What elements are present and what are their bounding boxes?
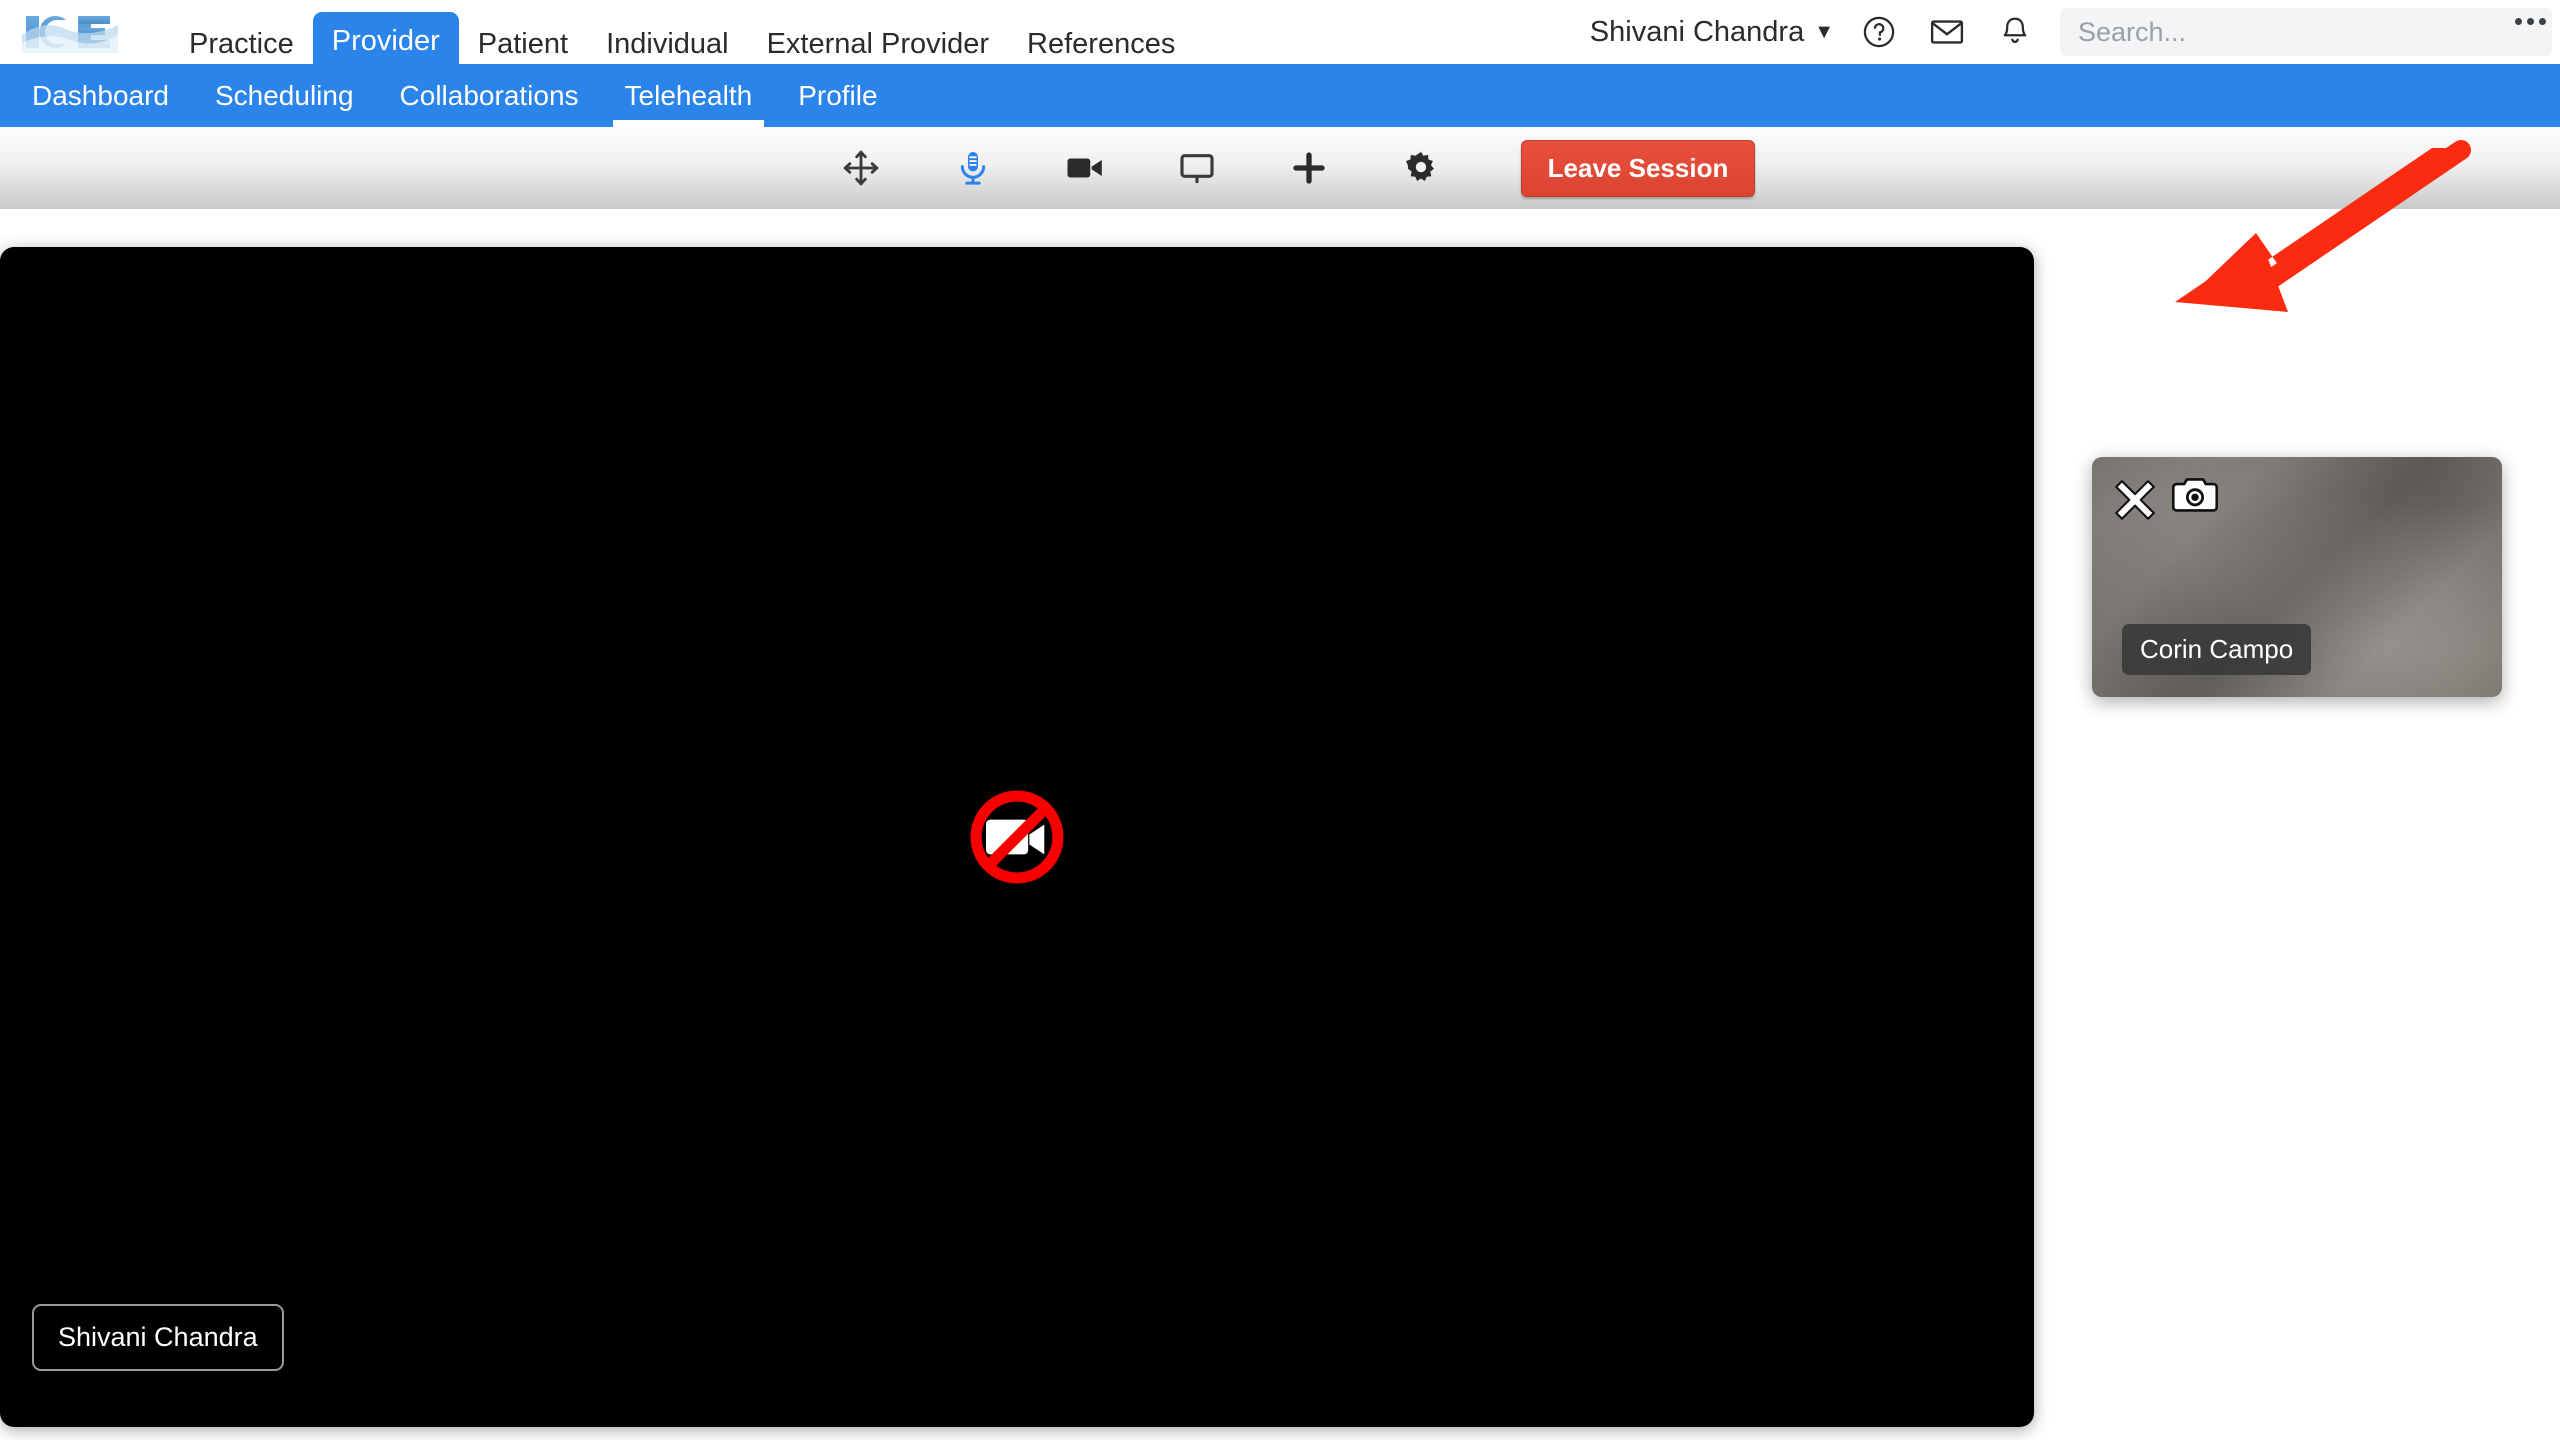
nav-item-individual[interactable]: Individual [587, 18, 748, 70]
telehealth-session-page: Practice Provider Patient Individual Ext… [0, 0, 2560, 1440]
kebab-menu-icon[interactable] [2515, 18, 2546, 25]
subnav-item-dashboard[interactable]: Dashboard [12, 64, 189, 127]
nav-item-references[interactable]: References [1008, 18, 1194, 70]
subnav-item-scheduling[interactable]: Scheduling [195, 64, 374, 127]
pip-action-buttons [2112, 475, 2219, 526]
camera-snapshot-icon[interactable] [2171, 475, 2219, 526]
video-off-icon [955, 775, 1079, 899]
pip-video-panel[interactable]: Corin Campo [2092, 457, 2502, 697]
nav-item-external-provider[interactable]: External Provider [748, 18, 1008, 70]
remote-participant-name-badge: Corin Campo [2122, 624, 2312, 675]
close-x-icon[interactable] [2112, 475, 2158, 526]
help-circle-icon[interactable] [1856, 9, 1902, 55]
secondary-navigation: Dashboard Scheduling Collaborations Tele… [0, 64, 2560, 127]
search-input[interactable] [2078, 16, 2534, 48]
chevron-down-icon: ▼ [1814, 21, 1834, 43]
nav-item-practice[interactable]: Practice [170, 18, 313, 70]
main-video-panel[interactable]: Shivani Chandra [0, 247, 2034, 1427]
ice-logo[interactable] [22, 9, 118, 55]
nav-item-patient[interactable]: Patient [459, 18, 587, 70]
local-participant-name-badge: Shivani Chandra [32, 1304, 284, 1371]
subnav-item-collaborations[interactable]: Collaborations [380, 64, 599, 127]
envelope-icon[interactable] [1924, 9, 1970, 55]
user-name-label: Shivani Chandra [1589, 15, 1805, 48]
session-control-toolbar: Leave Session [0, 127, 2560, 209]
microphone-icon[interactable] [917, 127, 1029, 209]
move-arrows-icon[interactable] [805, 127, 917, 209]
notification-bell-icon[interactable] [1992, 9, 2038, 55]
video-stage: Shivani Chandra Corin Campo [0, 209, 2560, 1440]
header-utilities: Shivani Chandra ▼ [1590, 0, 2560, 64]
nav-item-provider[interactable]: Provider [312, 12, 459, 70]
gear-icon[interactable] [1365, 127, 1477, 209]
top-header-bar: Practice Provider Patient Individual Ext… [0, 0, 2560, 70]
leave-session-button[interactable]: Leave Session [1520, 139, 1756, 197]
subnav-item-telehealth[interactable]: Telehealth [605, 64, 773, 127]
primary-navigation: Practice Provider Patient Individual Ext… [170, 0, 1194, 70]
subnav-item-profile[interactable]: Profile [778, 64, 897, 127]
plus-icon[interactable] [1253, 127, 1365, 209]
video-camera-icon[interactable] [1029, 127, 1141, 209]
search-field-wrapper[interactable] [2060, 8, 2552, 56]
screen-share-icon[interactable] [1141, 127, 1253, 209]
user-account-menu[interactable]: Shivani Chandra ▼ [1590, 16, 1834, 49]
